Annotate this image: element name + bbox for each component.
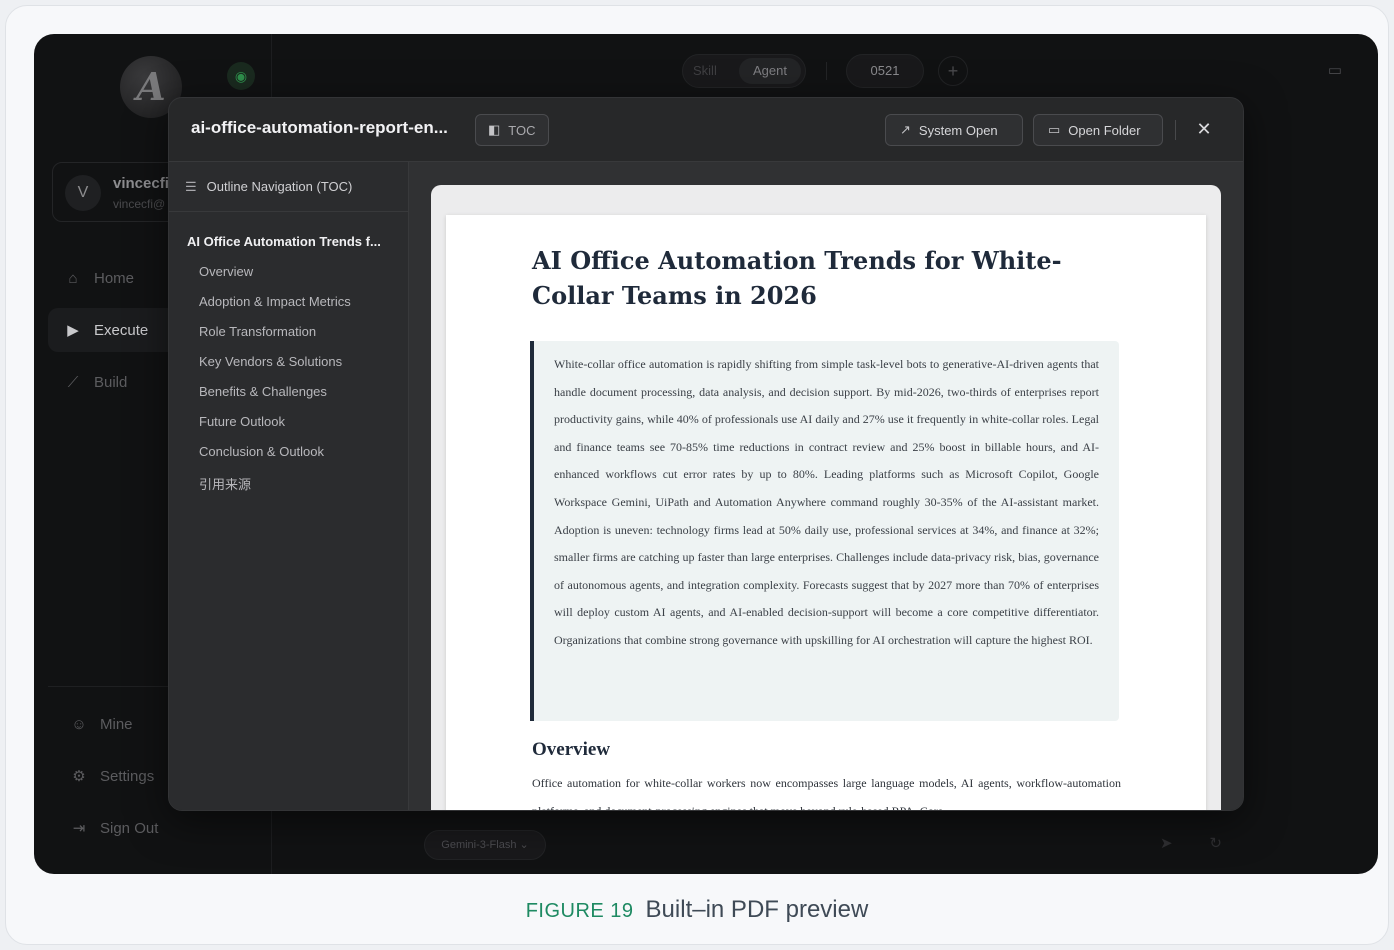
send-icon[interactable]: ➤ [1160, 834, 1173, 858]
user-icon: ☺ [71, 715, 87, 733]
nav-item-label: Execute [94, 321, 149, 339]
outline-list-icon: ☰ [185, 178, 197, 194]
toc-heading: Outline Navigation (TOC) [206, 179, 353, 194]
system-open-label: System Open [918, 122, 998, 138]
nav-item-sign-out[interactable]: ⇥ Sign Out [48, 806, 258, 850]
header-divider [1175, 120, 1176, 140]
overview-paragraph: Office automation for white-collar worke… [532, 776, 1121, 811]
toc-item[interactable]: Conclusion & Outlook [199, 444, 324, 459]
nav-item-label: Home [94, 269, 135, 287]
open-folder-button[interactable]: ▭ Open Folder [1033, 114, 1163, 146]
mode-agent[interactable]: Agent [739, 58, 801, 84]
mode-skill[interactable]: Skill [693, 63, 717, 78]
gear-icon: ⚙ [72, 768, 86, 785]
app-screenshot: A ◉ V vincecfi vincecfi@ ⌂ Home ▶ Execut… [34, 34, 1378, 874]
modal-title: ai-office-automation-report-en... [191, 118, 448, 137]
pdf-page: AI Office Automation Trends for White-Co… [446, 215, 1206, 811]
modal-header: ai-office-automation-report-en... ◧ TOC … [169, 98, 1243, 162]
topbar-divider [826, 62, 827, 80]
toc-item[interactable]: Overview [199, 264, 253, 279]
folder-icon: ▭ [1048, 122, 1061, 137]
system-open-button[interactable]: ↗ System Open [885, 114, 1023, 146]
toc-item-main[interactable]: AI Office Automation Trends f... [187, 234, 397, 249]
toc-item[interactable]: Future Outlook [199, 414, 285, 429]
summary-callout: White-collar office automation is rapidl… [530, 341, 1119, 721]
model-selector[interactable]: Gemini-3-Flash ⌄ [424, 830, 546, 860]
section-heading-overview: Overview [532, 739, 611, 760]
toc-item[interactable]: 引用来源 [199, 474, 251, 493]
wifi-icon: ◉ [227, 62, 255, 90]
page-frame: AI Office Automation Trends for White-Co… [431, 185, 1221, 811]
toc-header: ☰ Outline Navigation (TOC) [169, 162, 409, 212]
toc-item[interactable]: Adoption & Impact Metrics [199, 294, 351, 309]
summary-text: White-collar office automation is rapidl… [554, 357, 1099, 647]
nav-item-label: Mine [100, 715, 133, 733]
close-icon[interactable]: ✕ [1189, 114, 1219, 144]
session-tab[interactable]: 0521 [846, 54, 924, 88]
add-tab-icon[interactable]: + [938, 56, 968, 86]
pdf-viewer[interactable]: AI Office Automation Trends for White-Co… [409, 162, 1243, 811]
avatar: V [65, 175, 101, 211]
toc-item[interactable]: Key Vendors & Solutions [199, 354, 342, 369]
figure-number: FIGURE 19 [525, 900, 634, 922]
figure-caption: FIGURE 19 Built–in PDF preview [0, 896, 1394, 924]
refresh-icon[interactable]: ↻ [1209, 834, 1222, 858]
toc-item[interactable]: Role Transformation [199, 324, 316, 339]
figure-caption-text: Built–in PDF preview [645, 896, 869, 923]
figure-card: A ◉ V vincecfi vincecfi@ ⌂ Home ▶ Execut… [5, 5, 1389, 945]
folder-icon[interactable]: ▭ [1320, 56, 1350, 86]
user-name: vincecfi [113, 175, 169, 192]
document-title: AI Office Automation Trends for White-Co… [532, 246, 1062, 310]
external-link-icon: ↗ [900, 122, 911, 137]
user-email: vincecfi@ [113, 197, 166, 211]
open-folder-label: Open Folder [1068, 122, 1141, 138]
toc-toggle-label: TOC [508, 122, 536, 138]
mode-switch[interactable]: Skill Agent [682, 54, 806, 88]
play-icon: ▶ [67, 322, 79, 339]
nav-item-label: Sign Out [100, 819, 159, 837]
pdf-preview-modal: ai-office-automation-report-en... ◧ TOC … [168, 97, 1244, 811]
nav-item-label: Settings [100, 767, 155, 785]
nav-item-label: Build [94, 373, 128, 391]
sign-out-icon: ⇥ [72, 820, 86, 837]
toc-item[interactable]: Benefits & Challenges [199, 384, 327, 399]
magic-wand-icon: ⟋ [67, 373, 79, 391]
composer-actions: ➤ ↻ [1160, 834, 1222, 858]
home-icon: ⌂ [68, 269, 78, 287]
toc-panel: ☰ Outline Navigation (TOC) AI Office Aut… [169, 162, 409, 810]
toc-toggle-button[interactable]: ◧ TOC [475, 114, 549, 146]
sidebar-panel-icon: ◧ [488, 122, 501, 137]
